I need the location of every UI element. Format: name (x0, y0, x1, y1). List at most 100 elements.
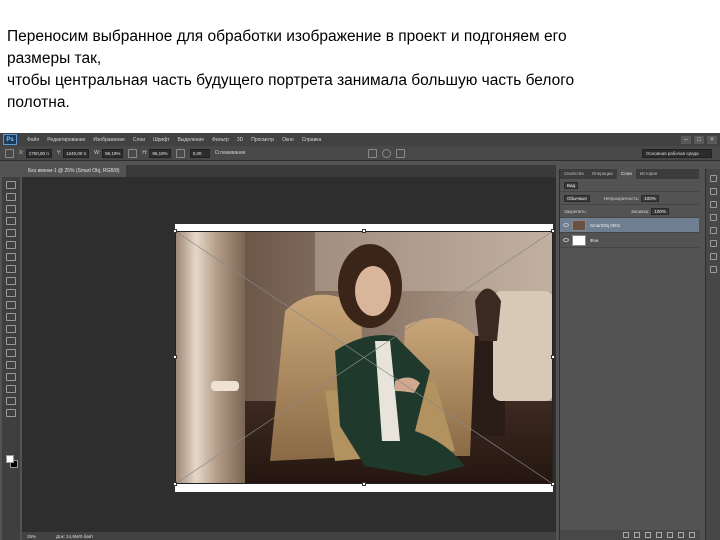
menu-filter[interactable]: Фильтр (208, 137, 233, 143)
crop-tool-icon[interactable] (6, 229, 16, 237)
rotation: 0,00 (189, 148, 210, 158)
eye-icon[interactable] (563, 238, 569, 242)
stamp-tool-icon[interactable] (6, 277, 16, 285)
color-panel-icon[interactable] (709, 175, 717, 182)
fill-label: Заливка: (630, 208, 650, 214)
brush-panel-icon[interactable] (709, 227, 717, 234)
workspace-select[interactable]: Основная рабочая среда (642, 148, 712, 158)
marquee-tool-icon[interactable] (6, 193, 16, 201)
document-info[interactable]: Док: 24,9M/0 байт (56, 534, 93, 539)
adjustment-icon[interactable] (656, 532, 662, 538)
transform-handle-bottom[interactable] (362, 482, 366, 486)
gradient-tool-icon[interactable] (6, 313, 16, 321)
shape-tool-icon[interactable] (6, 385, 16, 393)
folder-icon[interactable] (667, 532, 673, 538)
adjustments-panel-icon[interactable] (709, 201, 717, 208)
fill-input[interactable]: 100% (651, 207, 669, 215)
dodge-tool-icon[interactable] (6, 337, 16, 345)
trash-icon[interactable] (689, 532, 695, 538)
tab-properties[interactable]: Свойства (560, 169, 588, 179)
new-layer-icon[interactable] (678, 532, 684, 538)
menu-items: Файл Редактирование Изображение Слои Шри… (23, 137, 325, 143)
character-panel-icon[interactable] (709, 240, 717, 247)
x-position: X: 1750,00 п (19, 148, 52, 158)
transform-handle-bottom-right[interactable] (551, 482, 555, 486)
menu-type[interactable]: Шрифт (149, 137, 173, 143)
link-icon[interactable] (128, 148, 138, 158)
mask-icon[interactable] (645, 532, 651, 538)
angle-input[interactable]: 0,00 (189, 148, 210, 158)
pen-tool-icon[interactable] (6, 349, 16, 357)
menu-edit[interactable]: Редактирование (43, 137, 89, 143)
transform-handle-top[interactable] (362, 229, 366, 233)
swatches-panel-icon[interactable] (709, 188, 717, 195)
transform-handle-top-right[interactable] (551, 229, 555, 233)
healing-tool-icon[interactable] (6, 253, 16, 261)
layer-background[interactable]: Фон (560, 233, 699, 248)
panel-dock-strip (705, 169, 720, 540)
options-bar: X: 1750,00 п Y: 1240,00 п W: 96,19% H: 9… (0, 146, 720, 161)
blur-tool-icon[interactable] (6, 325, 16, 333)
x-label: X: (19, 150, 24, 156)
eyedropper-tool-icon[interactable] (6, 241, 16, 249)
menu-help[interactable]: Справка (298, 137, 326, 143)
layer-name: SmartObj 0001 (590, 222, 621, 228)
lasso-tool-icon[interactable] (6, 205, 16, 213)
y-input[interactable]: 1240,00 п (63, 148, 90, 158)
styles-panel-icon[interactable] (709, 214, 717, 221)
h-input[interactable]: 96,19% (149, 148, 171, 158)
transform-box (175, 231, 553, 484)
quick-select-tool-icon[interactable] (6, 217, 16, 225)
menu-select[interactable]: Выделение (174, 137, 209, 143)
close-button[interactable]: × (707, 135, 717, 144)
menu-window[interactable]: Окно (278, 137, 298, 143)
paragraph-panel-icon[interactable] (709, 253, 717, 260)
blend-mode-select[interactable]: Обычные (564, 194, 590, 202)
foreground-color-swatch[interactable] (6, 455, 14, 463)
zoom-level[interactable]: 25% (27, 534, 36, 539)
zoom-tool-icon[interactable] (6, 409, 16, 417)
menu-view[interactable]: Просмотр (247, 137, 278, 143)
menu-file[interactable]: Файл (23, 137, 43, 143)
transform-handle-top-left[interactable] (173, 229, 177, 233)
info-panel-icon[interactable] (709, 266, 717, 273)
menu-layer[interactable]: Слои (129, 137, 149, 143)
menu-3d[interactable]: 3D (233, 137, 247, 143)
warp-icon[interactable] (367, 148, 377, 158)
link-layers-icon[interactable] (623, 532, 629, 538)
transform-handle-bottom-left[interactable] (173, 482, 177, 486)
tab-layers[interactable]: Слои (616, 169, 636, 179)
caption-line-2: размеры так, (7, 50, 102, 67)
commit-transform-icon[interactable] (395, 148, 405, 158)
minimize-button[interactable]: – (681, 135, 691, 144)
path-select-tool-icon[interactable] (6, 373, 16, 381)
cancel-transform-icon[interactable] (381, 148, 391, 158)
brush-tool-icon[interactable] (6, 265, 16, 273)
document-tab[interactable]: Без имени-1 @ 25% (Smart Obj, RGB/8) (22, 165, 126, 177)
x-input[interactable]: 1750,00 п (25, 148, 52, 158)
layer-smart-object[interactable]: SmartObj 0001 (560, 218, 699, 233)
y-label: Y: (56, 150, 62, 156)
w-label: W: (94, 150, 101, 156)
type-tool-icon[interactable] (6, 361, 16, 369)
history-brush-tool-icon[interactable] (6, 289, 16, 297)
maximize-button[interactable]: □ (694, 135, 704, 144)
fx-icon[interactable] (634, 532, 640, 538)
menu-image[interactable]: Изображение (89, 137, 129, 143)
opacity-input[interactable]: 100% (641, 194, 659, 202)
caption-line-3: чтобы центральная часть будущего портрет… (7, 72, 575, 89)
transform-handle-right[interactable] (551, 355, 555, 359)
move-tool-icon[interactable] (6, 181, 16, 189)
tab-history[interactable]: История (636, 169, 661, 179)
eraser-tool-icon[interactable] (6, 301, 16, 309)
layer-kind-filter[interactable]: Вид (564, 181, 579, 189)
w-input[interactable]: 96,19% (102, 148, 124, 158)
interpolation: Сглаживание (215, 150, 248, 156)
eye-icon[interactable] (563, 223, 569, 227)
tab-actions[interactable]: Операции (588, 169, 617, 179)
interpolation-label[interactable]: Сглаживание (215, 150, 246, 156)
move-tool-icon[interactable] (5, 148, 14, 158)
transform-handle-left[interactable] (173, 355, 177, 359)
hand-tool-icon[interactable] (6, 397, 16, 405)
window-controls: – □ × (678, 135, 717, 144)
